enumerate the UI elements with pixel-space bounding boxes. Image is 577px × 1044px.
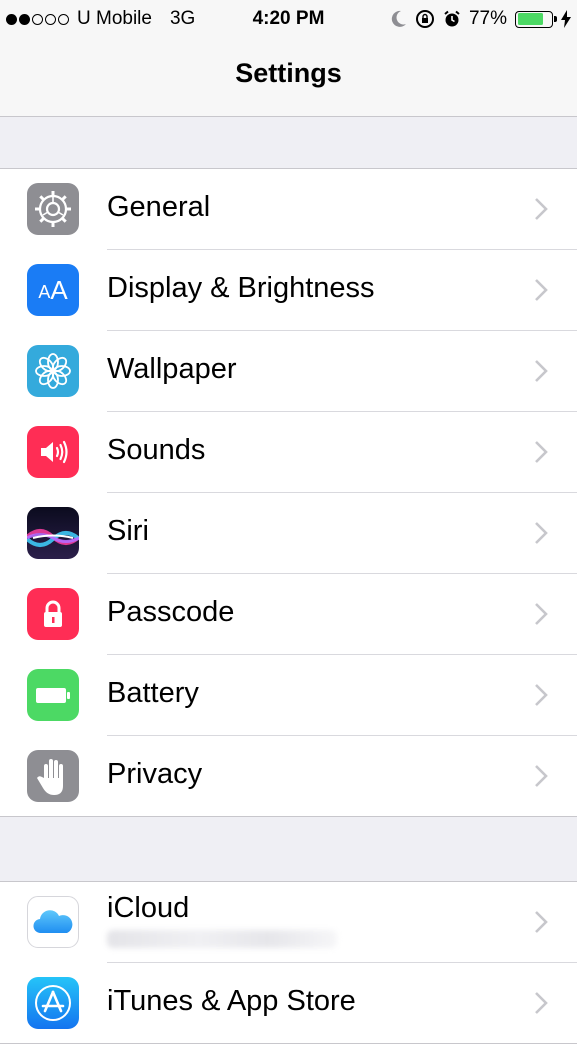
chevron-right-icon (535, 684, 548, 706)
chevron-right-icon (535, 522, 548, 544)
settings-row-privacy[interactable]: Privacy (27, 736, 577, 816)
chevron-right-icon (535, 911, 548, 933)
settings-row-siri[interactable]: Siri (27, 493, 577, 574)
settings-row-battery[interactable]: Battery (27, 655, 577, 736)
status-left: U Mobile 3G (6, 8, 195, 30)
network-type: 3G (169, 8, 196, 29)
settings-row-label: Display & Brightness (107, 272, 375, 304)
status-right: 77% (391, 8, 571, 30)
signal-strength-icon (6, 13, 69, 25)
carrier-name: U Mobile (77, 8, 152, 29)
settings-row-label: Wallpaper (107, 353, 237, 385)
settings-row-itunes-app-store[interactable]: iTunes & App Store (27, 963, 577, 1043)
app-store-icon (27, 977, 79, 1029)
charging-bolt-icon (561, 10, 571, 28)
lock-icon (27, 588, 79, 640)
cloud-icon (27, 896, 79, 948)
status-bar: U Mobile 3G 4:20 PM 77% (0, 0, 577, 38)
chevron-right-icon (535, 279, 548, 301)
settings-row-label: Sounds (107, 434, 206, 466)
chevron-right-icon (535, 992, 548, 1014)
account-email-redacted (107, 930, 337, 948)
settings-row-label: Siri (107, 515, 149, 547)
rotation-lock-icon (415, 10, 434, 28)
siri-icon (27, 507, 79, 559)
settings-row-label: Battery (107, 677, 199, 709)
settings-row-label: Passcode (107, 596, 235, 628)
settings-row-label: Privacy (107, 758, 203, 790)
gear-icon (27, 183, 79, 235)
hand-icon (27, 750, 79, 802)
flower-icon (27, 345, 79, 397)
settings-group-accounts: iCloud iTunes & App Store (0, 881, 577, 1044)
settings-group-main: General AA Display & Brightness Wallpape… (0, 168, 577, 817)
text-size-icon: AA (27, 264, 79, 316)
settings-row-general[interactable]: General (27, 169, 577, 250)
chevron-right-icon (535, 198, 548, 220)
settings-row-label: iTunes & App Store (107, 985, 356, 1017)
chevron-right-icon (535, 765, 548, 787)
chevron-right-icon (535, 360, 548, 382)
battery-icon (27, 669, 79, 721)
settings-row-sounds[interactable]: Sounds (27, 412, 577, 493)
chevron-right-icon (535, 441, 548, 463)
page-title: Settings (235, 58, 342, 88)
settings-row-passcode[interactable]: Passcode (27, 574, 577, 655)
settings-row-label: General (107, 191, 211, 223)
chevron-right-icon (535, 603, 548, 625)
speaker-icon (27, 426, 79, 478)
battery-percent: 77% (468, 8, 507, 29)
battery-level-icon (515, 10, 557, 28)
alarm-icon (444, 10, 460, 27)
settings-row-display-brightness[interactable]: AA Display & Brightness (27, 250, 577, 331)
settings-row-label: iCloud (107, 892, 190, 924)
navigation-bar: Settings (0, 38, 577, 117)
moon-icon (391, 10, 406, 27)
settings-row-icloud[interactable]: iCloud (27, 882, 577, 963)
settings-row-wallpaper[interactable]: Wallpaper (27, 331, 577, 412)
